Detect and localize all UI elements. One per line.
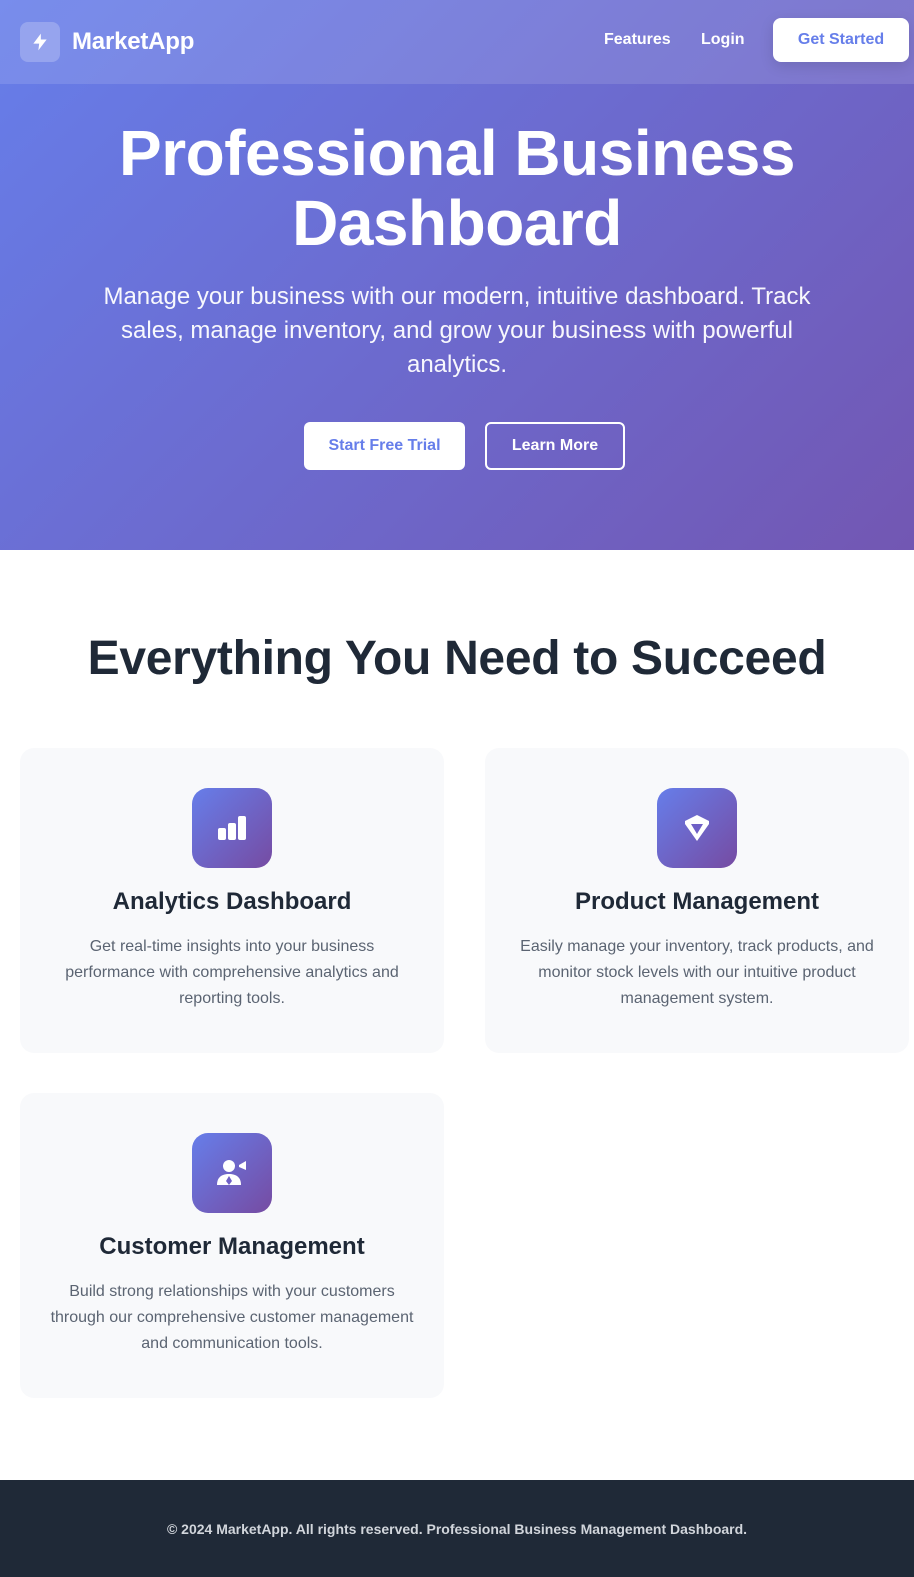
lightning-bolt-icon (20, 22, 60, 62)
bar-chart-icon (192, 788, 272, 868)
features-title: Everything You Need to Succeed (87, 632, 827, 685)
learn-more-button[interactable]: Learn More (485, 422, 625, 470)
brand-name: MarketApp (72, 28, 195, 55)
nav-link-features[interactable]: Features (604, 31, 671, 49)
hero-section: MarketApp Features Login Get Started Pro… (0, 0, 914, 550)
feature-card-analytics: Analytics Dashboard Get real-time insigh… (20, 748, 444, 1053)
card-description: Get real-time insights into your busines… (65, 938, 399, 1007)
feature-card-products: Product Management Easily manage your in… (485, 748, 909, 1053)
feature-card-customers: Customer Management Build strong relatio… (20, 1093, 444, 1398)
card-description: Easily manage your inventory, track prod… (520, 938, 874, 1007)
footer: © 2024 MarketApp. All rights reserved. P… (0, 1480, 914, 1577)
box-icon (657, 788, 737, 868)
card-title: Product Management (574, 888, 820, 915)
users-icon (192, 1133, 272, 1213)
card-title: Analytics Dashboard (112, 888, 352, 915)
card-description: Build strong relationships with your cus… (50, 1283, 414, 1352)
nav-link-login[interactable]: Login (701, 31, 745, 49)
card-title: Customer Management (99, 1233, 365, 1260)
hero-subtitle: Manage your business with our modern, in… (103, 283, 811, 378)
navbar: MarketApp Features Login Get Started (0, 0, 914, 84)
start-free-trial-button[interactable]: Start Free Trial (304, 422, 465, 470)
brand-logo[interactable]: MarketApp (20, 22, 194, 62)
get-started-button[interactable]: Get Started (773, 18, 909, 62)
hero-title: Professional Business Dashboard (119, 117, 795, 259)
footer-copyright: © 2024 MarketApp. All rights reserved. P… (166, 1520, 748, 1537)
